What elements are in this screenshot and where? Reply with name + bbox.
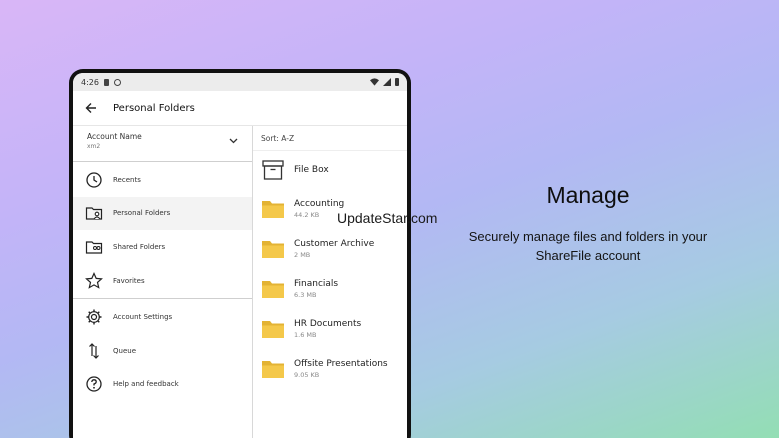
folder-icon [262,201,284,218]
nav-item-label: Favorites [113,276,145,285]
sort-control[interactable]: Sort: A-Z [253,126,407,151]
folder-row[interactable]: Financials 6.3 MB [253,269,407,309]
navigation-pane: Account Name xm2 Recents Personal Folder… [73,126,253,438]
marketing-subline: Securely manage files and folders in you… [468,229,708,263]
shared-folder-icon [85,241,103,254]
folder-size: 6.3 MB [294,291,317,299]
archive-box-icon [262,160,284,180]
nav-item-label: Queue [113,346,136,355]
page-title: Personal Folders [113,102,195,114]
clock-icon [86,172,102,188]
nav-item-label: Account Settings [113,313,173,322]
nav-item-label: Personal Folders [113,209,171,218]
sim-icon [103,78,109,86]
folder-size: 2 MB [294,251,311,259]
folder-size: 9.05 KB [294,371,320,379]
status-time: 4:26 [81,77,99,87]
battery-icon [395,78,399,86]
nav-item-account-settings[interactable]: Account Settings [73,300,252,334]
file-box-item[interactable]: File Box [253,151,407,189]
folder-icon [262,241,284,258]
folder-name: HR Documents [294,319,362,329]
folder-name: Offsite Presentations [294,359,388,369]
nav-item-queue[interactable]: Queue [73,334,252,368]
file-list-pane: Sort: A-Z File Box Accounting 44.2 KB Cu… [253,126,407,438]
nav-group-secondary: Account Settings Queue Help and feedback [73,299,252,402]
sync-icon [113,78,121,86]
tablet-frame: 4:26 Personal Folders Account Name xm2 R… [69,69,411,438]
account-name: Account Name [87,132,142,141]
app-bar: Personal Folders [73,91,407,126]
app-screen: 4:26 Personal Folders Account Name xm2 R… [73,73,407,438]
signal-icon [383,78,391,86]
sort-label: Sort: A-Z [261,133,295,143]
file-name: File Box [294,165,329,175]
folder-row[interactable]: HR Documents 1.6 MB [253,309,407,349]
folder-icon [262,321,284,338]
folder-icon [262,361,284,378]
chevron-down-icon [229,138,238,144]
nav-item-personal-folders[interactable]: Personal Folders [73,196,252,231]
help-icon [86,376,102,393]
nav-item-recents[interactable]: Recents [73,163,252,197]
nav-item-label: Help and feedback [113,380,179,389]
two-pane-layout: Account Name xm2 Recents Personal Folder… [73,126,407,438]
nav-item-label: Recents [113,175,141,184]
folder-row[interactable]: Customer Archive 2 MB [253,229,407,269]
account-subdomain: xm2 [87,143,101,150]
nav-item-label: Shared Folders [113,242,166,251]
folder-icon [262,281,284,298]
nav-group-primary: Recents Personal Folders Shared Folders … [73,162,252,300]
watermark-text: UpdateStar.com [337,210,438,226]
account-selector[interactable]: Account Name xm2 [73,126,252,162]
star-icon [85,271,103,289]
folder-size: 1.6 MB [294,331,317,339]
nav-item-help-and-feedback[interactable]: Help and feedback [73,368,252,402]
nav-item-favorites[interactable]: Favorites [73,264,252,298]
marketing-headline: Manage [546,182,630,208]
up-down-arrows-icon [89,342,99,359]
folder-name: Accounting [294,199,345,209]
back-arrow-icon[interactable] [85,102,97,114]
personal-folder-icon [85,207,103,220]
status-bar: 4:26 [73,73,407,91]
gear-icon [86,309,102,325]
folder-row[interactable]: Offsite Presentations 9.05 KB [253,349,407,389]
wifi-icon [370,78,379,86]
folder-name: Financials [294,279,339,289]
nav-item-shared-folders[interactable]: Shared Folders [73,230,252,264]
folder-name: Customer Archive [294,239,375,249]
